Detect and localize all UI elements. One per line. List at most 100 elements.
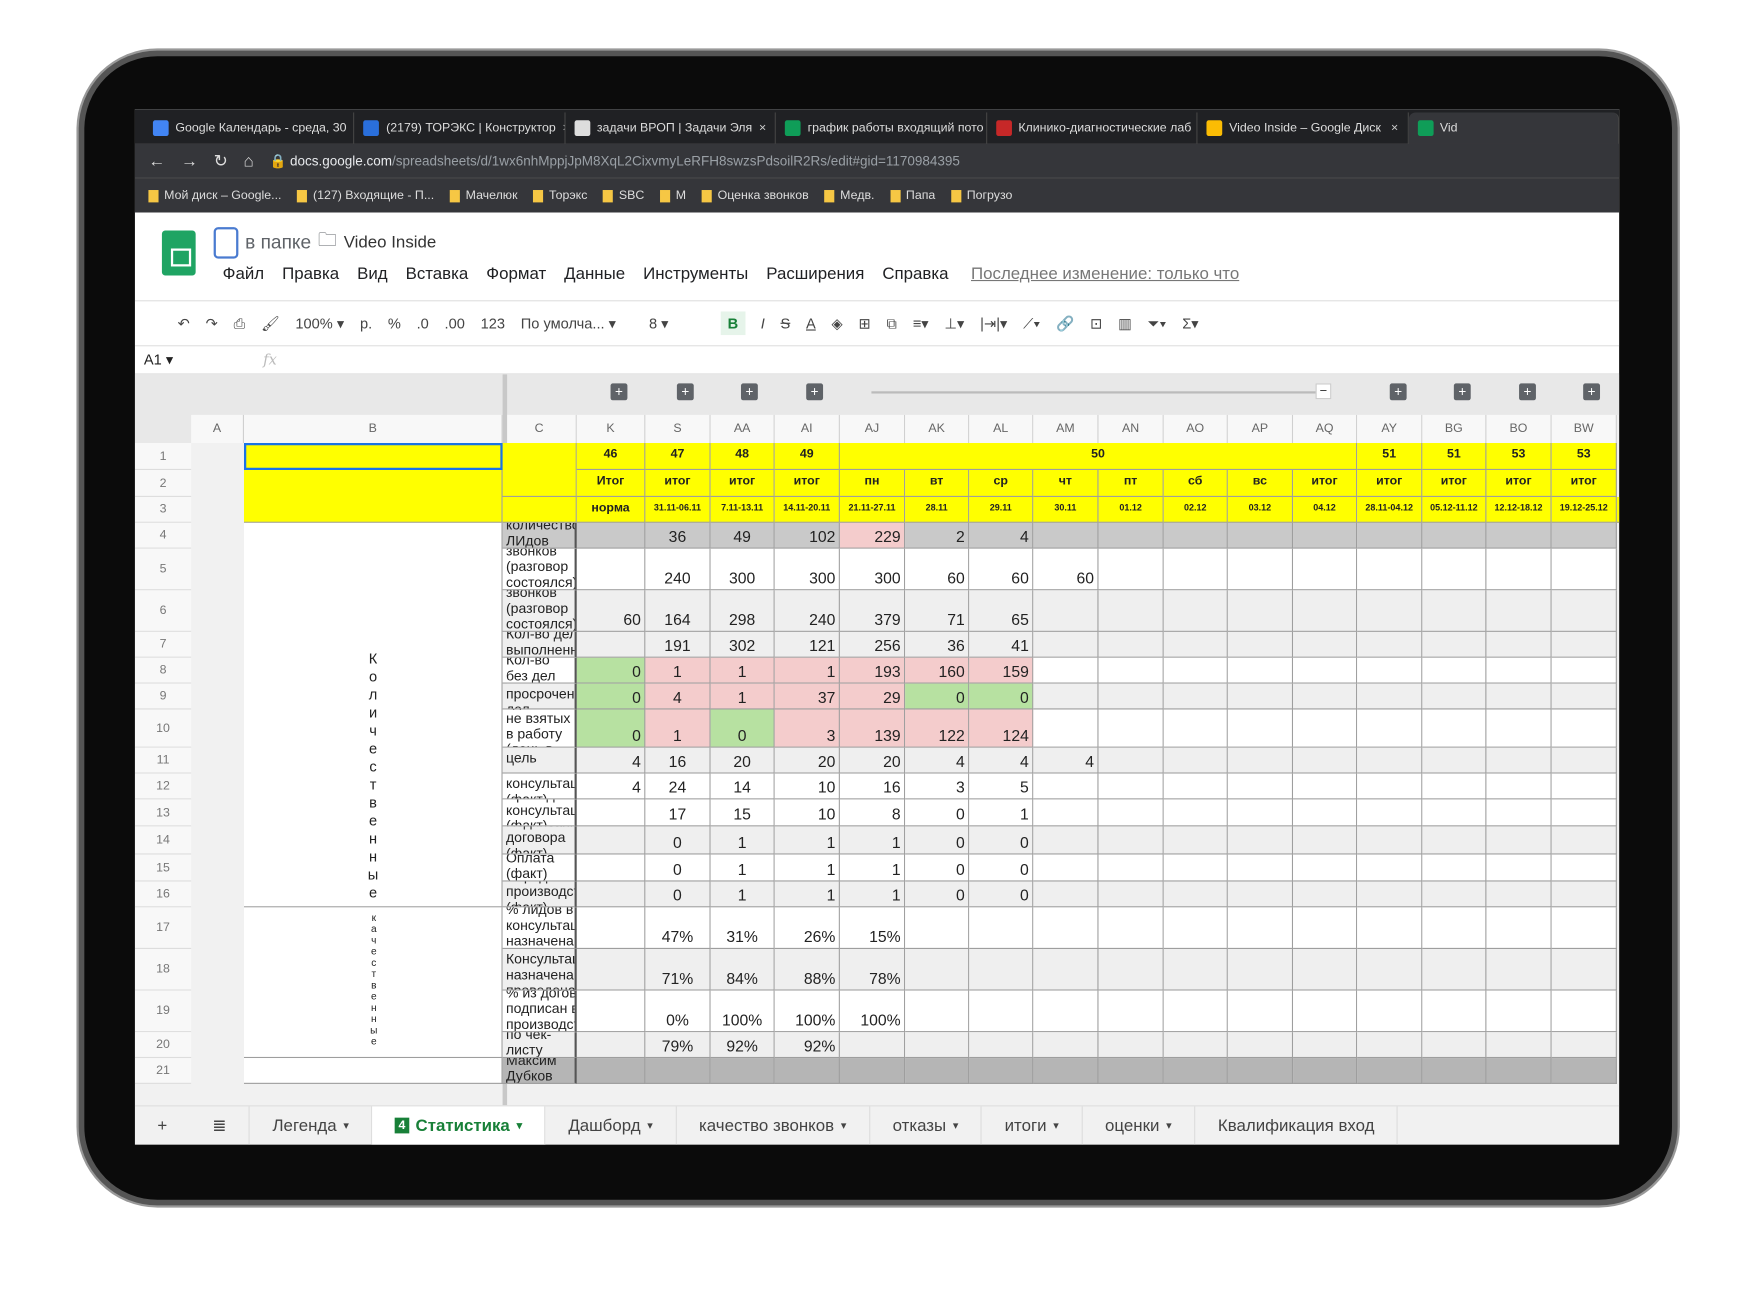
font-size-select[interactable]: 8 ▾: [649, 314, 705, 332]
date-range[interactable]: 01.12: [1098, 496, 1164, 523]
data-cell[interactable]: [1033, 1058, 1099, 1084]
data-cell[interactable]: [1227, 881, 1294, 908]
data-cell[interactable]: 100%: [839, 990, 906, 1033]
sheet-menu-icon[interactable]: ▾: [647, 1119, 653, 1131]
data-cell[interactable]: 10: [774, 799, 840, 827]
link-icon[interactable]: 🔗: [1056, 314, 1074, 332]
row-label[interactable]: Кол-во без дел: [502, 657, 577, 684]
data-cell[interactable]: [1033, 881, 1099, 908]
data-cell[interactable]: 37: [774, 683, 840, 710]
name-box[interactable]: A1 ▾: [144, 351, 173, 369]
data-cell[interactable]: 60: [905, 548, 970, 591]
row-number[interactable]: 13: [134, 799, 192, 827]
data-cell[interactable]: 1: [839, 881, 906, 908]
data-cell[interactable]: [1486, 548, 1552, 591]
data-cell[interactable]: [1163, 631, 1228, 658]
data-cell[interactable]: 4: [905, 747, 970, 774]
filter-icon[interactable]: ⏷▾: [1148, 314, 1167, 332]
data-cell[interactable]: [1486, 747, 1552, 774]
menu-4[interactable]: Формат: [486, 264, 546, 283]
data-cell[interactable]: [576, 548, 646, 591]
data-cell[interactable]: [1163, 773, 1228, 800]
data-cell[interactable]: 14: [710, 773, 775, 800]
data-cell[interactable]: [576, 799, 646, 827]
data-cell[interactable]: 229: [839, 522, 906, 549]
row-label[interactable]: количество ЛИдов: [502, 522, 577, 549]
data-cell[interactable]: [1486, 709, 1552, 748]
data-cell[interactable]: [1098, 948, 1164, 991]
data-cell[interactable]: 0: [969, 683, 1034, 710]
date-range[interactable]: 31.11-06.11: [645, 496, 711, 523]
row-number[interactable]: 15: [134, 854, 192, 882]
data-cell[interactable]: 36: [645, 522, 711, 549]
data-cell[interactable]: [576, 854, 646, 882]
data-cell[interactable]: 0%: [645, 990, 711, 1033]
data-cell[interactable]: 102: [774, 522, 840, 549]
row-number[interactable]: 14: [134, 826, 192, 855]
sheet-tab[interactable]: 4 Статистика ▾: [372, 1105, 546, 1145]
data-cell[interactable]: [1163, 1058, 1228, 1084]
date-range[interactable]: 12.12-18.12: [1486, 496, 1552, 523]
expand-group-icon[interactable]: +: [806, 383, 824, 401]
paint-format-icon[interactable]: 🖌: [261, 314, 280, 332]
data-cell[interactable]: [1163, 948, 1228, 991]
data-cell[interactable]: [1033, 773, 1099, 800]
data-cell[interactable]: [576, 881, 646, 908]
group-collapse-line[interactable]: [871, 391, 1322, 394]
fill-color-icon[interactable]: ◈: [832, 314, 843, 332]
data-cell[interactable]: [1227, 854, 1294, 882]
data-cell[interactable]: [1551, 747, 1617, 774]
date-range[interactable]: 28.11-04.12: [1357, 496, 1423, 523]
data-cell[interactable]: 1: [774, 881, 840, 908]
data-cell[interactable]: 10: [774, 773, 840, 800]
data-cell[interactable]: [1227, 522, 1294, 549]
data-cell[interactable]: 300: [774, 548, 840, 591]
data-cell[interactable]: 15: [710, 799, 775, 827]
data-cell[interactable]: [1357, 990, 1423, 1033]
title-input[interactable]: [213, 226, 239, 259]
data-cell[interactable]: [1227, 631, 1294, 658]
data-cell[interactable]: [1293, 1032, 1358, 1059]
day-label[interactable]: итог: [1486, 469, 1552, 497]
data-cell[interactable]: [1551, 990, 1617, 1033]
row-label[interactable]: Передано в производство (факт): [502, 881, 577, 908]
week-number[interactable]: 51: [1357, 443, 1423, 470]
sheet-menu-icon[interactable]: ▾: [1053, 1119, 1059, 1131]
data-cell[interactable]: 0: [576, 657, 646, 684]
data-cell[interactable]: [1486, 1032, 1552, 1059]
data-cell[interactable]: [1098, 548, 1164, 591]
data-cell[interactable]: [1551, 773, 1617, 800]
data-cell[interactable]: [1293, 948, 1358, 991]
data-cell[interactable]: [1422, 683, 1487, 710]
column-header-BO[interactable]: BO: [1486, 414, 1552, 444]
row-label[interactable]: Качество по чек-листу ассистента: [502, 1032, 577, 1059]
date-range[interactable]: 28.11: [905, 496, 970, 523]
merge-icon[interactable]: ⧉: [887, 314, 897, 332]
data-cell[interactable]: [1163, 548, 1228, 591]
row-number[interactable]: 2: [134, 469, 192, 497]
align-icon[interactable]: ≡▾: [913, 314, 929, 332]
data-cell[interactable]: [1357, 881, 1423, 908]
data-cell[interactable]: 47%: [645, 907, 711, 949]
data-cell[interactable]: [1033, 590, 1099, 632]
data-cell[interactable]: 2: [905, 522, 970, 549]
data-cell[interactable]: 5: [969, 773, 1034, 800]
data-cell[interactable]: [1098, 773, 1164, 800]
data-cell[interactable]: 0: [969, 881, 1034, 908]
data-cell[interactable]: [1551, 907, 1617, 949]
data-cell[interactable]: [1098, 631, 1164, 658]
text-color-icon[interactable]: A: [806, 315, 816, 332]
data-cell[interactable]: 78%: [839, 948, 906, 991]
data-cell[interactable]: [1293, 590, 1358, 632]
comment-icon[interactable]: ⊡: [1090, 314, 1102, 332]
sheet-tab[interactable]: отказы ▾: [870, 1105, 983, 1145]
data-cell[interactable]: 256: [839, 631, 906, 658]
date-range[interactable]: 30.11: [1033, 496, 1099, 523]
data-cell[interactable]: 4: [1033, 747, 1099, 774]
date-range[interactable]: 26.12-01.01: [1616, 496, 1620, 523]
home-icon[interactable]: ⌂: [244, 151, 254, 170]
data-cell[interactable]: [1551, 709, 1617, 748]
data-cell[interactable]: [1551, 631, 1617, 658]
column-header-K[interactable]: K: [576, 414, 646, 444]
expand-group-icon[interactable]: +: [1583, 383, 1601, 401]
